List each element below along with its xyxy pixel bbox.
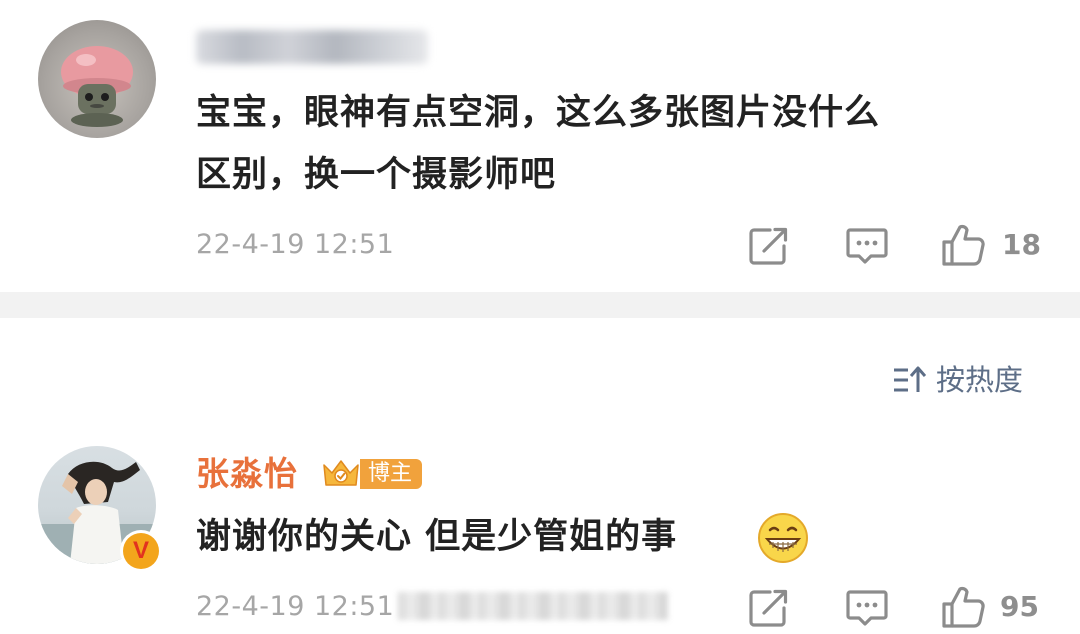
like-count: 18 — [1002, 228, 1041, 261]
mushroom-avatar-icon — [61, 46, 133, 127]
thumbs-up-icon[interactable] — [940, 584, 986, 630]
like-count: 95 — [1000, 590, 1039, 623]
reply-icon[interactable] — [845, 226, 889, 268]
share-icon[interactable] — [748, 226, 790, 266]
weibo-comment-screen: 宝宝，眼神有点空洞，这么多张图片没什么 区别，换一个摄影师吧 22-4-19 1… — [0, 0, 1080, 634]
verified-v-icon: V — [120, 530, 162, 572]
thumbs-up-icon[interactable] — [940, 222, 986, 268]
sort-button[interactable]: 按热度 — [892, 360, 1023, 400]
share-icon[interactable] — [748, 588, 790, 628]
obscured-text — [398, 592, 668, 620]
reply-icon[interactable] — [845, 588, 889, 630]
comment-timestamp: 22-4-19 12:51 — [196, 591, 395, 622]
avatar[interactable] — [38, 20, 156, 138]
verified-letter: V — [123, 533, 159, 569]
comment-timestamp: 22-4-19 12:51 — [196, 229, 395, 260]
sort-icon — [894, 366, 926, 392]
crown-icon — [323, 460, 359, 486]
comment-text-line: 宝宝，眼神有点空洞，这么多张图片没什么 — [196, 93, 881, 133]
blogger-badge: 博主 — [318, 457, 423, 491]
author-name[interactable]: 张淼怡 — [196, 453, 298, 495]
section-divider — [0, 292, 1080, 318]
comment-text-line: 谢谢你的关心 但是少管姐的事 — [196, 517, 678, 557]
username-obscured[interactable] — [196, 30, 428, 64]
blogger-badge-label: 博主 — [360, 459, 423, 489]
sort-label: 按热度 — [936, 363, 1024, 397]
grinning-emoji — [758, 513, 808, 563]
comment-text-line: 区别，换一个摄影师吧 — [196, 155, 557, 195]
